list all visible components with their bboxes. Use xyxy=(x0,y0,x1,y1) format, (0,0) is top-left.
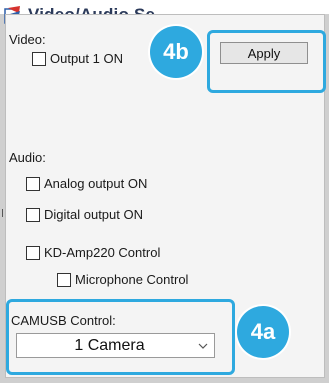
digital-output-checkbox[interactable] xyxy=(26,207,40,222)
window-frame-bottom xyxy=(0,378,329,383)
microphone-label: Microphone Control xyxy=(75,272,189,287)
analog-output-checkbox[interactable] xyxy=(26,176,40,191)
kd-amp-checkbox[interactable] xyxy=(26,245,40,260)
side-tick-mark xyxy=(2,209,3,217)
digital-output-checkbox-row[interactable]: Digital output ON xyxy=(26,207,143,222)
kd-amp-checkbox-row[interactable]: KD-Amp220 Control xyxy=(26,245,160,260)
output1-checkbox[interactable] xyxy=(32,51,46,66)
analog-output-checkbox-row[interactable]: Analog output ON xyxy=(26,176,147,191)
microphone-checkbox-row[interactable]: Microphone Control xyxy=(57,272,188,287)
output1-checkbox-row[interactable]: Output 1 ON xyxy=(32,51,123,66)
kd-amp-label: KD-Amp220 Control xyxy=(44,245,161,260)
output1-label: Output 1 ON xyxy=(50,51,123,66)
audio-section-label: Audio: xyxy=(9,150,46,165)
video-section-label: Video: xyxy=(9,32,46,47)
apply-highlight-box xyxy=(207,30,326,93)
callout-4b-badge: 4b xyxy=(150,26,202,78)
analog-output-label: Analog output ON xyxy=(44,176,148,191)
callout-4a-badge: 4a xyxy=(237,306,289,358)
microphone-checkbox[interactable] xyxy=(57,272,71,287)
digital-output-label: Digital output ON xyxy=(44,207,143,222)
camusb-highlight-box xyxy=(6,299,235,375)
